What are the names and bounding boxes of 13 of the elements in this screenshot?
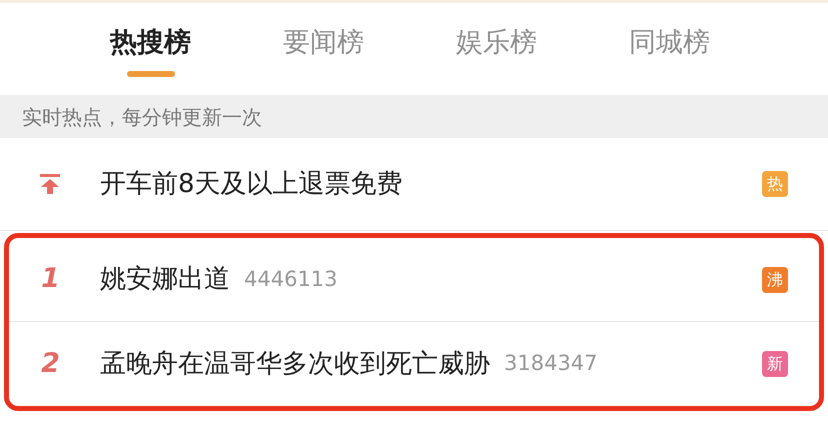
tab[interactable]: 热搜榜 [64, 3, 237, 95]
notice-text: 实时热点，每分钟更新一次 [0, 95, 828, 138]
rank-number: 2 [41, 346, 60, 381]
rank-number: 1 [41, 262, 60, 296]
heat-count: 4446113 [244, 266, 338, 293]
pin-top-icon [39, 173, 61, 195]
topic-tag: 沸 [762, 266, 788, 292]
topic-link[interactable]: 姚安娜出道 [100, 260, 230, 299]
topic-link[interactable]: 开车前8天及以上退票免费 [100, 164, 403, 204]
topic-tag: 热 [762, 171, 788, 197]
topic-link[interactable]: 孟晚舟在温哥华多次收到死亡威胁 [100, 344, 490, 384]
heat-count: 3184347 [504, 350, 598, 378]
topic-tag: 新 [762, 351, 788, 377]
